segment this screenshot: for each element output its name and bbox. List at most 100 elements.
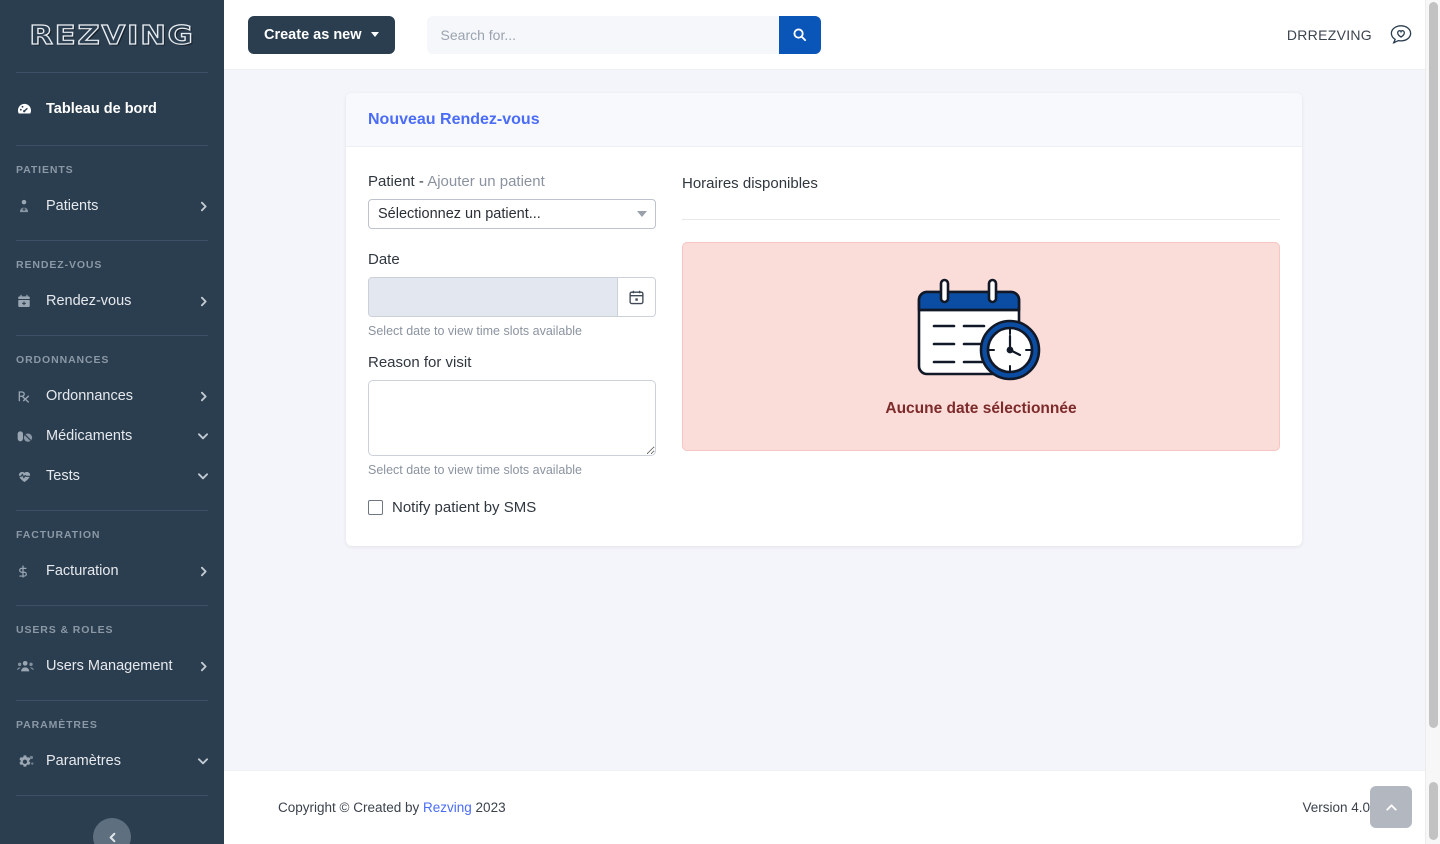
chevron-up-icon [1385,803,1397,811]
no-date-alert-text: Aucune date sélectionnée [885,399,1077,417]
patient-select[interactable]: Sélectionnez un patient... [368,199,656,229]
card-body: Patient - Ajouter un patient Sélectionne… [346,147,1302,546]
sidebar-section-header: RENDEZ-VOUS [16,259,103,271]
date-help-text: Select date to view time slots available [368,324,582,338]
sidebar-item-label: Tableau de bord [46,101,157,117]
topbar: Create as new DRREZVING [224,0,1440,70]
dollar-icon [16,562,38,580]
sidebar-section-header: FACTURATION [16,529,101,541]
scroll-to-top-button[interactable] [1370,786,1412,828]
page-scrollbar[interactable] [1425,0,1440,844]
date-input[interactable] [369,278,617,316]
chat-heart-icon [1390,24,1412,44]
sidebar-item-label: Patients [46,198,99,214]
patient-select-value: Sélectionnez un patient... [378,206,541,222]
patient-icon [16,197,38,215]
sms-checkbox-row[interactable]: Notify patient by SMS [368,499,656,516]
chevron-right-icon [196,660,210,673]
sidebar-item-label: Users Management [46,658,173,674]
avatar[interactable] [1386,20,1416,50]
reason-textarea[interactable] [368,380,656,456]
card-header: Nouveau Rendez-vous [346,93,1302,147]
reason-field-label: Reason for visit [368,354,472,371]
sidebar-item-ordonnances[interactable]: Ordonnances [0,376,224,416]
gears-icon [16,752,38,770]
brand-logo[interactable]: REZVING [0,0,224,72]
patient-field-label: Patient - Ajouter un patient [368,173,656,190]
chevron-down-icon [637,211,647,217]
chevron-left-icon [109,832,115,842]
date-field-group [368,277,656,317]
no-date-alert: Aucune date sélectionnée [682,242,1280,451]
app-root: REZVING Tableau de bord PATIENTS Patients R… [0,0,1440,844]
sms-checkbox[interactable] [368,500,383,515]
sidebar-item-users-management[interactable]: Users Management [0,646,224,686]
users-icon [16,657,38,675]
page-scrollbar-thumb[interactable] [1429,2,1438,728]
sidebar-item-label: Facturation [46,563,119,579]
sidebar-section-header: USERS & ROLES [16,624,114,636]
main-area: Create as new DRREZVING [224,0,1440,844]
sidebar-section-header: PARAMÈTRES [16,719,98,731]
date-picker-button[interactable] [617,278,655,316]
sidebar-item-tableau-de-bord[interactable]: Tableau de bord [0,89,224,129]
sidebar-collapse-button[interactable] [93,818,131,844]
sms-checkbox-label: Notify patient by SMS [392,499,537,516]
sidebar-item-tests[interactable]: Tests [0,456,224,496]
user-name: DRREZVING [1286,26,1372,43]
sidebar: REZVING Tableau de bord PATIENTS Patients R… [0,0,224,844]
date-field-label: Date [368,251,400,268]
chevron-right-icon [196,565,210,578]
dashboard-icon [16,100,38,118]
sidebar-nav: Tableau de bord PATIENTS Patients RENDEZ-VO… [0,73,224,796]
topbar-user-area[interactable]: DRREZVING [1287,20,1416,50]
patient-label-text: Patient - [368,173,428,190]
new-appointment-card: Nouveau Rendez-vous Patient - Ajouter un… [346,93,1302,546]
copyright-suffix: 2023 [471,800,506,815]
sidebar-item-patients[interactable]: Patients [0,186,224,226]
sidebar-item-label: Paramètres [46,753,121,769]
sidebar-section-header: ORDONNANCES [16,354,110,366]
content-area: Nouveau Rendez-vous Patient - Ajouter un… [224,70,1440,770]
sidebar-item-rendez-vous[interactable]: Rendez-vous [0,281,224,321]
create-as-new-button[interactable]: Create as new [248,15,395,54]
sidebar-item-label: Rendez-vous [46,293,132,309]
heartbeat-icon [16,467,38,485]
calendar-clock-illustration [917,278,1041,380]
reason-help-text: Select date to view time slots available [368,463,582,477]
slots-heading: Horaires disponibles [682,175,818,192]
version-label: Version 4.0 [1302,800,1370,815]
page-title: Nouveau Rendez-vous [368,111,540,128]
chevron-down-icon [196,429,210,443]
sidebar-item-label: Ordonnances [46,388,134,404]
sidebar-item-facturation[interactable]: Facturation [0,551,224,591]
chevron-down-icon [196,754,210,768]
search-input[interactable] [426,15,779,54]
copyright-prefix: Copyright © Created by [278,800,424,815]
calendar-plus-icon [16,292,38,310]
search-icon [793,28,807,42]
sidebar-item-label: Tests [46,468,80,484]
search-button[interactable] [778,15,821,54]
footer-brand-link[interactable]: Rezving [423,800,472,815]
sidebar-item-m-dicaments[interactable]: Médicaments [0,416,224,456]
chevron-right-icon [196,200,210,213]
copyright: Copyright © Created by Rezving 2023 [278,800,506,815]
add-patient-link[interactable]: Ajouter un patient [427,173,545,190]
page-scrollbar-thumb-secondary[interactable] [1429,782,1438,840]
sidebar-collapse-wrap [0,796,224,844]
search-group [426,15,821,54]
slots-divider [682,219,1280,220]
brand-logo-text: REZVING [29,20,195,51]
create-as-new-label: Create as new [264,26,362,43]
chevron-right-icon [196,295,210,308]
sidebar-item-param-tres[interactable]: Paramètres [0,741,224,781]
chevron-right-icon [196,390,210,403]
footer: Copyright © Created by Rezving 2023 Vers… [224,770,1440,844]
chevron-down-icon [196,469,210,483]
calendar-icon [629,290,644,304]
appointment-form-column: Patient - Ajouter un patient Sélectionne… [368,173,656,516]
